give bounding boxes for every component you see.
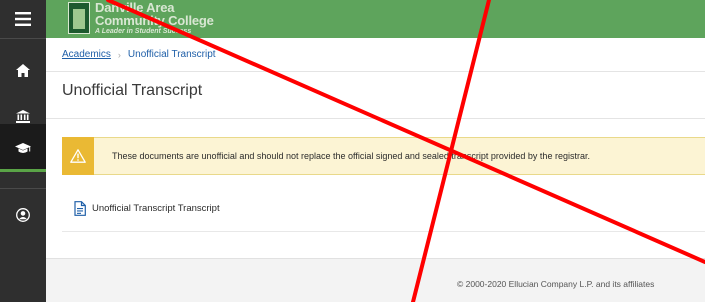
breadcrumb-current: Unofficial Transcript (127, 49, 216, 60)
nav-rail (0, 0, 46, 302)
hamburger-menu-icon (15, 12, 31, 26)
document-divider (62, 231, 705, 232)
logo-tagline: A Leader in Student Success (95, 28, 192, 35)
alert-icon-box (62, 137, 94, 175)
menu-button[interactable] (0, 0, 46, 38)
breadcrumb-academics-link[interactable]: Academics (62, 49, 111, 60)
app-header: Danville Area Community College A Leader… (46, 0, 705, 38)
unofficial-warning-alert: These documents are unofficial and shoul… (62, 137, 705, 175)
rail-divider (0, 38, 46, 39)
home-icon (16, 63, 30, 77)
document-link-unofficial-transcript[interactable]: Unofficial Transcript Transcript (74, 201, 220, 216)
user-circle-icon (16, 208, 30, 222)
title-divider (46, 118, 705, 119)
rail-divider (0, 188, 46, 189)
home-button[interactable] (0, 49, 46, 91)
alert-message: These documents are unofficial and shoul… (112, 151, 590, 161)
graduation-cap-icon (15, 142, 31, 153)
college-logo[interactable]: Danville Area Community College A Leader… (68, 0, 214, 36)
page-title: Unofficial Transcript (62, 82, 203, 99)
profile-button[interactable] (0, 198, 46, 232)
warning-triangle-icon (70, 149, 86, 163)
college-logo-mark (68, 2, 90, 34)
academics-button[interactable] (0, 124, 46, 172)
copyright-text: © 2000-2020 Ellucian Company L.P. and it… (457, 279, 655, 289)
logo-line-2: Community College (95, 13, 214, 28)
breadcrumb-separator: › (117, 49, 121, 60)
college-logo-text: Danville Area Community College A Leader… (95, 1, 214, 35)
document-label: Unofficial Transcript Transcript (92, 203, 220, 214)
document-icon (74, 201, 86, 216)
bank-icon (16, 109, 30, 123)
breadcrumb: Academics › Unofficial Transcript (46, 38, 705, 72)
page-footer: © 2000-2020 Ellucian Company L.P. and it… (46, 258, 705, 302)
